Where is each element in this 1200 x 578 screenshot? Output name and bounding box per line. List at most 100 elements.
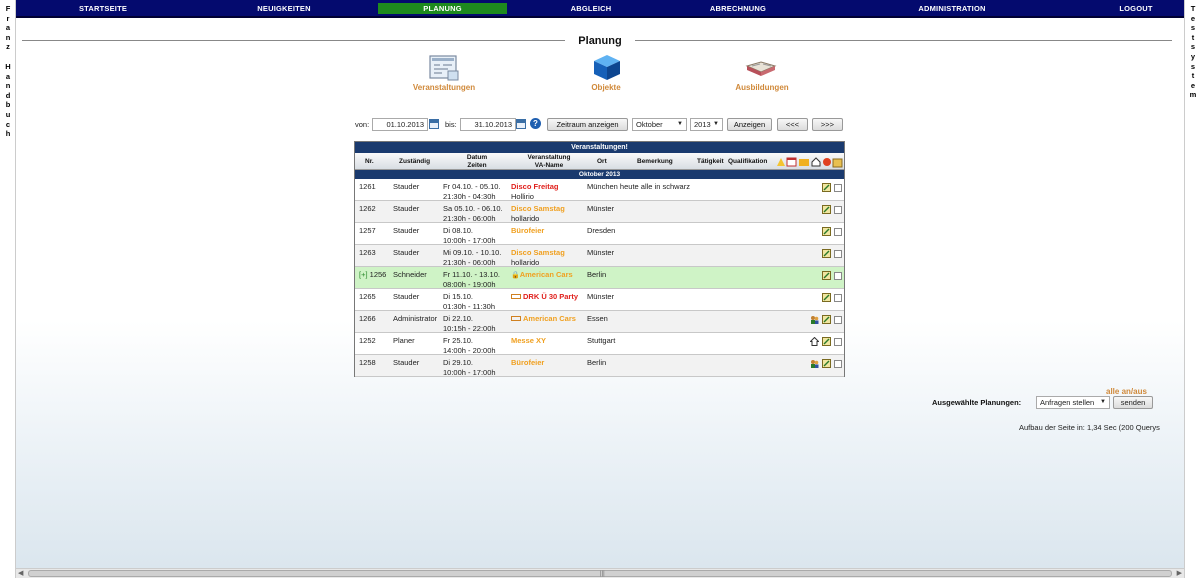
shortcut-veranstaltungen[interactable]: Veranstaltungen xyxy=(408,83,480,92)
edit-icon[interactable] xyxy=(822,205,831,214)
row-checkbox[interactable] xyxy=(834,250,842,258)
from-date-input[interactable]: 01.10.2013 xyxy=(372,118,428,131)
prev-button[interactable]: <<< xyxy=(777,118,808,131)
edit-icon[interactable] xyxy=(822,183,831,192)
row-checkbox[interactable] xyxy=(834,316,842,324)
build-time-text: Aufbau der Seite in: 1,34 Sec (200 Query… xyxy=(1019,423,1160,432)
edit-icon[interactable] xyxy=(822,293,831,302)
book-icon[interactable] xyxy=(745,56,777,84)
page-title: Planung xyxy=(565,35,635,47)
table-header: Nr. Zuständig Datum Zeiten Veranstaltung V… xyxy=(355,153,844,170)
row-event: Disco Samstag hollarido xyxy=(511,204,565,224)
nav-abrechnung[interactable]: ABRECHNUNG xyxy=(688,3,788,14)
users-icon[interactable] xyxy=(810,315,819,324)
table-row[interactable]: 1261 Stauder Fr 04.10. - 05.10. 21:30h - … xyxy=(355,179,844,201)
to-date-input[interactable]: 31.10.2013 xyxy=(460,118,516,131)
chevron-down-icon: ▼ xyxy=(677,121,683,127)
edit-icon[interactable] xyxy=(822,315,831,324)
row-checkbox[interactable] xyxy=(834,184,842,192)
row-checkbox[interactable] xyxy=(834,272,842,280)
event-link[interactable]: Disco Freitag xyxy=(511,182,559,192)
row-date: Sa 05.10. - 06.10. 21:30h - 06:00h xyxy=(443,204,503,224)
nav-administration[interactable]: ADMINISTRATION xyxy=(900,3,1004,14)
users-icon[interactable] xyxy=(810,359,819,368)
nav-logout[interactable]: LOGOUT xyxy=(1096,3,1176,14)
col-date-line1: Datum xyxy=(466,154,488,161)
col-location: Ort xyxy=(597,158,607,165)
expand-toggle[interactable]: [+] xyxy=(359,270,368,279)
col-responsible: Zuständig xyxy=(399,158,431,165)
table-row[interactable]: [+] 1256 Schneider Fr 11.10. - 13.10. 08:… xyxy=(355,267,844,289)
home-icon[interactable] xyxy=(810,337,819,346)
show-button[interactable]: Anzeigen xyxy=(727,118,772,131)
help-icon[interactable]: ? xyxy=(530,118,541,129)
event-link[interactable]: American Cars xyxy=(523,314,576,323)
row-event: Disco Freitag Hollirio xyxy=(511,182,559,202)
table-row[interactable]: 1252 Planer Fr 25.10. 14:00h - 20:00h Mes… xyxy=(355,333,844,355)
year-select-value: 2013 xyxy=(694,120,711,129)
col-activity: Tätigkeit xyxy=(697,158,724,165)
row-nr: 1261 xyxy=(359,182,376,191)
new-badge-icon xyxy=(511,294,521,299)
shortcut-ausbildungen[interactable]: Ausbildungen xyxy=(732,83,792,92)
row-checkbox[interactable] xyxy=(834,206,842,214)
col-date-line2: Zeiten xyxy=(467,161,487,169)
row-event: Disco Samstag hollarido xyxy=(511,248,565,268)
row-responsible: Stauder xyxy=(393,248,420,257)
scroll-left-icon[interactable]: ◀ xyxy=(18,569,23,577)
event-link[interactable]: DRK Ü 30 Party xyxy=(523,292,578,301)
nav-startseite[interactable]: STARTSEITE xyxy=(58,3,148,14)
table-row[interactable]: 1258 Stauder Di 29.10. 10:00h - 17:00h Bü… xyxy=(355,355,844,377)
next-button[interactable]: >>> xyxy=(812,118,843,131)
shortcut-objekte[interactable]: Objekte xyxy=(586,83,626,92)
chevron-down-icon: ▼ xyxy=(713,121,719,127)
row-checkbox[interactable] xyxy=(834,294,842,302)
edit-icon[interactable] xyxy=(822,359,831,368)
col-remark: Bemerkung xyxy=(637,158,673,165)
edit-icon[interactable] xyxy=(822,337,831,346)
table-row[interactable]: 1257 Stauder Di 08.10. 10:00h - 17:00h Bü… xyxy=(355,223,844,245)
toggle-all-link[interactable]: alle an/aus xyxy=(1106,387,1147,396)
row-checkbox[interactable] xyxy=(834,338,842,346)
row-time-range: 10:00h - 17:00h xyxy=(443,368,496,377)
row-checkbox[interactable] xyxy=(834,360,842,368)
event-link[interactable]: Disco Samstag xyxy=(511,248,565,258)
event-link[interactable]: Bürofeier xyxy=(511,226,544,236)
from-calendar-icon[interactable] xyxy=(429,119,439,129)
month-select[interactable]: Oktober ▼ xyxy=(632,118,687,131)
edit-icon[interactable] xyxy=(822,249,831,258)
table-row[interactable]: 1265 Stauder Di 15.10. 01:30h - 11:30h DR… xyxy=(355,289,844,311)
right-strip-label: T e s t s y s t e m xyxy=(1189,4,1197,100)
nav-neuigkeiten[interactable]: NEUIGKEITEN xyxy=(236,3,332,14)
edit-icon[interactable] xyxy=(822,271,831,280)
row-event: American Cars xyxy=(511,314,576,324)
to-calendar-icon[interactable] xyxy=(516,119,526,129)
header-filter-icons[interactable] xyxy=(775,156,843,168)
row-date: Di 15.10. 01:30h - 11:30h xyxy=(443,292,495,312)
event-link[interactable]: Messe XY xyxy=(511,336,546,346)
table-row[interactable]: 1266 Administrator Di 22.10. 10:15h - 22:… xyxy=(355,311,844,333)
event-link[interactable]: American Cars xyxy=(520,270,573,279)
row-checkbox[interactable] xyxy=(834,228,842,236)
left-strip-handbook-link[interactable]: H a n d b u c h xyxy=(0,62,16,139)
event-link[interactable]: Disco Samstag xyxy=(511,204,565,214)
row-date-range: Di 15.10. xyxy=(443,292,474,301)
edit-icon[interactable] xyxy=(822,227,831,236)
show-range-button[interactable]: Zeitraum anzeigen xyxy=(547,118,628,131)
horizontal-scrollbar[interactable]: ◀ ||| ▶ xyxy=(16,568,1184,578)
action-select[interactable]: Anfragen stellen ▼ xyxy=(1036,396,1110,409)
row-date-range: Di 29.10. xyxy=(443,358,474,367)
row-date-range: Fr 11.10. - 13.10. xyxy=(443,270,500,279)
nav-planung[interactable]: PLANUNG xyxy=(378,3,507,14)
nav-abgleich[interactable]: ABGLEICH xyxy=(546,3,636,14)
table-row[interactable]: 1262 Stauder Sa 05.10. - 06.10. 21:30h - … xyxy=(355,201,844,223)
send-button[interactable]: senden xyxy=(1113,396,1153,409)
cube-icon[interactable] xyxy=(591,53,623,81)
event-link[interactable]: Bürofeier xyxy=(511,358,544,368)
events-icon[interactable] xyxy=(428,54,460,82)
scroll-right-icon[interactable]: ▶ xyxy=(1177,569,1182,577)
row-responsible: Schneider xyxy=(393,270,427,279)
year-select[interactable]: 2013 ▼ xyxy=(690,118,723,131)
table-row[interactable]: 1263 Stauder Mi 09.10. - 10.10. 21:30h - … xyxy=(355,245,844,267)
scrollbar-thumb[interactable]: ||| xyxy=(28,570,1172,577)
